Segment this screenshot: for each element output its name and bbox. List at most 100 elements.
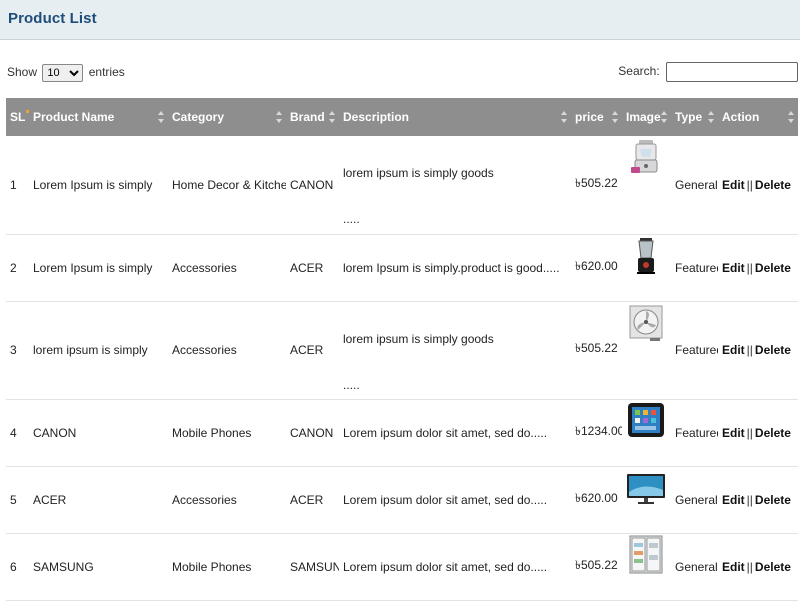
cell-brand: ACER [286, 466, 339, 534]
table-row: 3 lorem ipsum is simply Accessories ACER lor… [6, 301, 798, 400]
refrigerator-icon [626, 535, 666, 575]
cell-image [622, 533, 671, 601]
page-header: Product List [0, 0, 800, 40]
delete-button[interactable]: Delete [755, 493, 791, 507]
cell-type: General [671, 466, 718, 534]
cell-type: Featured [671, 301, 718, 400]
cell-product-name: CANON [29, 399, 168, 467]
sort-both-icon [158, 111, 164, 123]
column-header-price[interactable]: price [571, 98, 622, 136]
cell-action: Edit || Delete [718, 136, 798, 235]
action-separator: || [746, 425, 753, 440]
cell-description: lorem ipsum is simply goods..... [339, 136, 571, 235]
cell-price: ৳505.22 [571, 301, 622, 400]
sort-both-icon [329, 111, 335, 123]
cell-sl: 4 [6, 399, 29, 467]
cell-type: Featured [671, 399, 718, 467]
cell-type: Featured [671, 234, 718, 302]
sort-both-icon [661, 111, 667, 123]
action-separator: || [746, 177, 753, 192]
edit-button[interactable]: Edit [722, 560, 745, 574]
cell-sl: 5 [6, 466, 29, 534]
cell-brand: ACER [286, 234, 339, 302]
cell-description: Lorem ipsum dolor sit amet, sed do..... [339, 466, 571, 534]
entries-label: entries [88, 65, 125, 79]
edit-button[interactable]: Edit [722, 343, 745, 357]
food-processor-icon [626, 137, 666, 177]
cell-product-name: Lorem Ipsum is simply [29, 234, 168, 302]
edit-button[interactable]: Edit [722, 261, 745, 275]
table-row: 4 CANON Mobile Phones CANON Lorem ipsum dolo… [6, 399, 798, 467]
cell-category: Accessories [168, 301, 286, 400]
cell-image [622, 136, 671, 235]
table-row: 2 Lorem Ipsum is simply Accessories ACER lor… [6, 234, 798, 302]
column-header-brand[interactable]: Brand [286, 98, 339, 136]
cell-price: ৳505.22 [571, 136, 622, 235]
cell-description: lorem Ipsum is simply.product is good...… [339, 234, 571, 302]
table-header-row: SL Product Name Category Brand Descripti… [6, 98, 798, 136]
delete-button[interactable]: Delete [755, 178, 791, 192]
cell-brand: CANON [286, 399, 339, 467]
page-length-control: Show 102550100 entries [7, 64, 125, 82]
table-row: 6SAMSUNGMobile PhonesSAMSUNGLorem ipsum … [6, 533, 798, 601]
search-input[interactable] [666, 62, 798, 82]
column-header-sl[interactable]: SL [6, 98, 30, 136]
cell-category: Accessories [168, 466, 286, 534]
show-label: Show [7, 65, 38, 79]
description-text: Lorem ipsum dolor sit amet, sed do..... [343, 492, 548, 507]
description-more-text: ..... [343, 212, 360, 226]
cell-action: Edit || Delete [718, 466, 798, 534]
column-header-product-name[interactable]: Product Name [29, 98, 168, 136]
cell-action: Edit || Delete [718, 234, 798, 302]
description-text: lorem ipsum is simply goods [343, 166, 494, 180]
cell-category: Mobile Phones [168, 399, 286, 467]
delete-button[interactable]: Delete [755, 343, 791, 357]
cell-category: Accessories [168, 234, 286, 302]
cell-image [622, 399, 671, 467]
wall-fan-icon [626, 303, 666, 343]
cell-image [622, 466, 671, 534]
cell-description: Lorem ipsum dolor sit amet, sed do..... [339, 399, 571, 467]
action-separator: || [746, 492, 753, 507]
search-label: Search: [618, 64, 660, 79]
sort-both-icon [612, 111, 618, 123]
action-separator: || [746, 559, 753, 574]
product-table: SL Product Name Category Brand Descripti… [6, 98, 798, 601]
column-header-type[interactable]: Type [671, 98, 718, 136]
delete-button[interactable]: Delete [755, 261, 791, 275]
description-text: Lorem ipsum dolor sit amet, sed do..... [343, 559, 548, 574]
column-header-description[interactable]: Description [339, 98, 571, 136]
sort-both-icon [788, 111, 794, 123]
tablet-icon [626, 401, 666, 441]
edit-button[interactable]: Edit [722, 493, 745, 507]
cell-category: Mobile Phones [168, 533, 286, 601]
column-header-action[interactable]: Action [718, 98, 798, 136]
page-length-select[interactable]: 102550100 [42, 64, 84, 82]
column-header-image[interactable]: Image [622, 98, 671, 136]
edit-button[interactable]: Edit [722, 426, 745, 440]
table-controls: Show 102550100 entries Search: [0, 58, 800, 88]
product-table-body: 1 Lorem Ipsum is simply Home Decor & Kitch… [6, 136, 798, 601]
cell-action: Edit || Delete [718, 533, 798, 601]
action-separator: || [746, 260, 753, 275]
cell-type: General [671, 533, 718, 601]
sort-both-icon [708, 111, 714, 123]
description-text: lorem Ipsum is simply.product is good...… [343, 260, 560, 275]
cell-type: General [671, 136, 718, 235]
cell-product-name: Lorem Ipsum is simply [29, 136, 168, 235]
edit-button[interactable]: Edit [722, 178, 745, 192]
delete-button[interactable]: Delete [755, 426, 791, 440]
description-text: lorem ipsum is simply goods [343, 331, 494, 346]
cell-image [622, 301, 671, 400]
sort-both-icon [561, 111, 567, 123]
delete-button[interactable]: Delete [755, 560, 791, 574]
column-header-category[interactable]: Category [168, 98, 286, 136]
cell-action: Edit || Delete [718, 301, 798, 400]
cell-product-name: SAMSUNG [29, 533, 168, 601]
description-text: Lorem ipsum dolor sit amet, sed do..... [343, 425, 548, 440]
blender-icon [626, 236, 666, 276]
cell-sl: 2 [6, 234, 29, 302]
cell-action: Edit || Delete [718, 399, 798, 467]
page-title: Product List [8, 10, 97, 27]
description-more-text: ..... [343, 377, 360, 392]
